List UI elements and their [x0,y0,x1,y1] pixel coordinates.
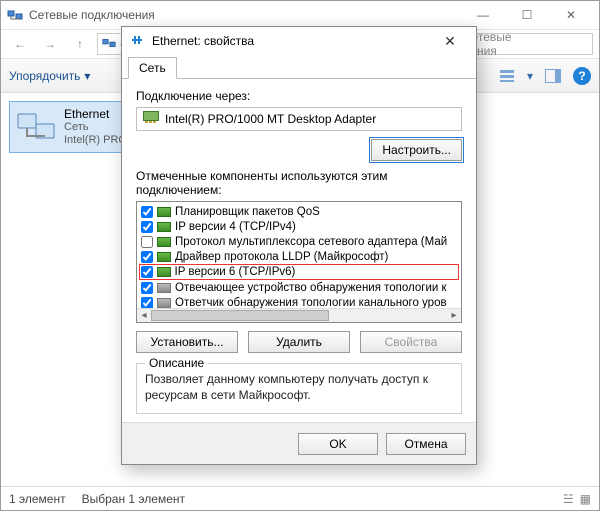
protocol-icon [157,207,171,217]
dialog-close-button[interactable]: ✕ [432,33,468,50]
selection-count: Выбран 1 элемент [82,492,185,506]
status-bar: 1 элемент Выбран 1 элемент ☱ ▦ [1,486,599,510]
component-checkbox[interactable] [141,266,153,278]
tab-network[interactable]: Сеть [128,57,177,79]
scroll-left-button[interactable]: ◂ [137,309,151,322]
cancel-button[interactable]: Отмена [386,433,466,455]
dialog-titlebar: Ethernet: свойства ✕ [122,27,476,55]
close-button[interactable]: ✕ [549,1,593,29]
component-item[interactable]: IP версии 6 (TCP/IPv6) [139,264,459,280]
horizontal-scrollbar[interactable]: ◂ ▸ [137,308,461,322]
preview-pane-icon[interactable] [541,65,565,87]
component-checkbox[interactable] [141,221,153,233]
component-item[interactable]: Протокол мультиплексора сетевого адаптер… [139,234,459,249]
component-checkbox[interactable] [141,282,153,294]
description-group: Описание Позволяет данному компьютеру по… [136,363,462,414]
protocol-icon [157,222,171,232]
details-view-icon[interactable]: ☱ [563,492,574,506]
view-icon[interactable] [495,65,519,87]
description-legend: Описание [145,356,208,370]
dialog-tabs: Сеть [122,55,476,79]
ok-button[interactable]: OK [298,433,378,455]
scroll-thumb[interactable] [151,310,329,321]
item-count: 1 элемент [9,492,66,506]
component-label: Отвечающее устройство обнаружения тополо… [175,282,447,294]
protocol-icon [157,267,171,277]
properties-dialog: Ethernet: свойства ✕ Сеть Подключение че… [121,26,477,465]
scroll-track[interactable] [151,309,447,322]
ethernet-icon [16,109,56,145]
back-button[interactable]: ← [7,33,33,55]
component-label: Драйвер протокола LLDP (Майкрософт) [175,251,388,263]
scroll-right-button[interactable]: ▸ [447,309,461,322]
chevron-down-icon: ▾ [84,69,90,83]
description-text: Позволяет данному компьютеру получать до… [145,372,453,403]
ethernet-icon [130,33,146,50]
forward-button[interactable]: → [37,33,63,55]
components-list[interactable]: Планировщик пакетов QoS IP версии 4 (TCP/… [136,201,462,323]
component-label: IP версии 6 (TCP/IPv6) [175,266,296,278]
dialog-footer: OK Отмена [122,422,476,464]
component-checkbox[interactable] [141,251,153,263]
chevron-down-icon[interactable]: ▾ [527,69,533,83]
component-label: IP версии 4 (TCP/IPv4) [175,221,296,233]
component-item[interactable]: IP версии 4 (TCP/IPv4) [139,219,459,234]
component-checkbox[interactable] [141,297,153,309]
component-label: Планировщик пакетов QoS [175,206,320,218]
minimize-button[interactable]: — [461,1,505,29]
dialog-title: Ethernet: свойства [152,34,254,48]
maximize-button[interactable]: ☐ [505,1,549,29]
up-button[interactable]: ↑ [67,33,93,55]
protocol-icon [157,237,171,247]
configure-button[interactable]: Настроить... [371,139,462,161]
component-checkbox[interactable] [141,206,153,218]
protocol-disabled-icon [157,283,171,293]
tiles-view-icon[interactable]: ▦ [580,492,591,506]
window-titlebar: Сетевые подключения — ☐ ✕ [1,1,599,29]
network-connections-icon [7,7,23,23]
component-item[interactable]: Планировщик пакетов QoS [139,204,459,219]
component-label: Ответчик обнаружения топологии канальног… [175,297,447,309]
item-properties-button: Свойства [360,331,462,353]
protocol-icon [157,252,171,262]
organize-button[interactable]: Упорядочить ▾ [9,69,90,83]
component-label: Протокол мультиплексора сетевого адаптер… [175,236,447,248]
adapter-name: Intel(R) PRO/1000 MT Desktop Adapter [165,112,376,126]
network-connections-icon [102,36,116,53]
nic-card-icon [143,111,159,127]
remove-button[interactable]: Удалить [248,331,350,353]
component-checkbox[interactable] [141,236,153,248]
window-title: Сетевые подключения [29,8,155,22]
component-item[interactable]: Отвечающее устройство обнаружения тополо… [139,280,459,295]
protocol-disabled-icon [157,298,171,308]
help-icon[interactable]: ? [573,67,591,85]
component-item[interactable]: Драйвер протокола LLDP (Майкрософт) [139,249,459,264]
components-label: Отмеченные компоненты используются этим … [136,169,462,197]
install-button[interactable]: Установить... [136,331,238,353]
adapter-box[interactable]: Intel(R) PRO/1000 MT Desktop Adapter [136,107,462,131]
connect-via-label: Подключение через: [136,89,462,103]
